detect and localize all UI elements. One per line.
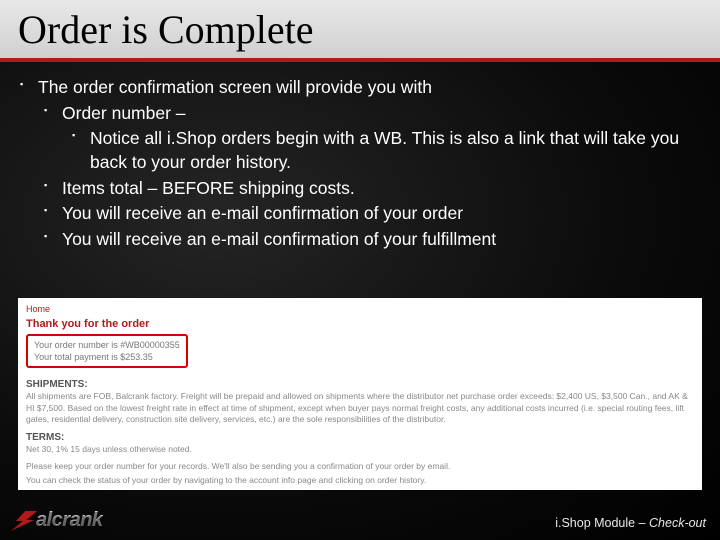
status-note: You can check the status of your order b…: [26, 475, 694, 486]
bullet-wb-notice: Notice all i.Shop orders begin with a WB…: [62, 127, 702, 174]
bullet-email-fulfillment: You will receive an e-mail confirmation …: [38, 228, 702, 252]
bullet-items-total: Items total – BEFORE shipping costs.: [38, 177, 702, 201]
slide-title: Order is Complete: [0, 0, 720, 62]
bullet-wb-notice-text: Notice all i.Shop orders begin with a WB…: [90, 128, 679, 172]
order-number-line: Your order number is #WB00000355: [34, 339, 180, 351]
terms-heading: TERMS:: [26, 432, 694, 443]
bullet-intro-text: The order confirmation screen will provi…: [38, 77, 432, 97]
bullet-intro: The order confirmation screen will provi…: [18, 76, 702, 251]
footer-module: i.Shop Module – Check-out: [555, 516, 706, 530]
slide-content: The order confirmation screen will provi…: [0, 62, 720, 251]
bullet-list: The order confirmation screen will provi…: [18, 76, 702, 251]
thank-you-heading: Thank you for the order: [26, 318, 694, 330]
records-note: Please keep your order number for your r…: [26, 461, 694, 472]
embedded-screenshot: Home Thank you for the order Your order …: [18, 298, 702, 490]
shipments-heading: SHIPMENTS:: [26, 379, 694, 390]
footer-module-label: i.Shop Module –: [555, 516, 649, 530]
bolt-icon: [11, 511, 37, 531]
footer-page-label: Check-out: [649, 516, 706, 530]
bullet-order-number-text: Order number –: [62, 103, 186, 123]
slide: Order is Complete The order confirmation…: [0, 0, 720, 540]
order-summary-box: Your order number is #WB00000355 Your to…: [26, 334, 188, 368]
bullet-email-order: You will receive an e-mail confirmation …: [38, 202, 702, 226]
home-link[interactable]: Home: [26, 304, 50, 314]
brand-text: alcrank: [36, 509, 103, 532]
footer-logo: alcrank: [14, 509, 103, 532]
terms-body: Net 30, 1% 15 days unless otherwise note…: [26, 444, 694, 455]
bullet-email-order-text: You will receive an e-mail confirmation …: [62, 203, 463, 223]
bullet-order-number: Order number – Notice all i.Shop orders …: [38, 102, 702, 175]
bullet-email-fulfillment-text: You will receive an e-mail confirmation …: [62, 229, 496, 249]
order-total-line: Your total payment is $253.35: [34, 351, 180, 363]
bullet-items-total-text: Items total – BEFORE shipping costs.: [62, 178, 355, 198]
shipments-body: All shipments are FOB, Balcrank factory.…: [26, 391, 694, 425]
